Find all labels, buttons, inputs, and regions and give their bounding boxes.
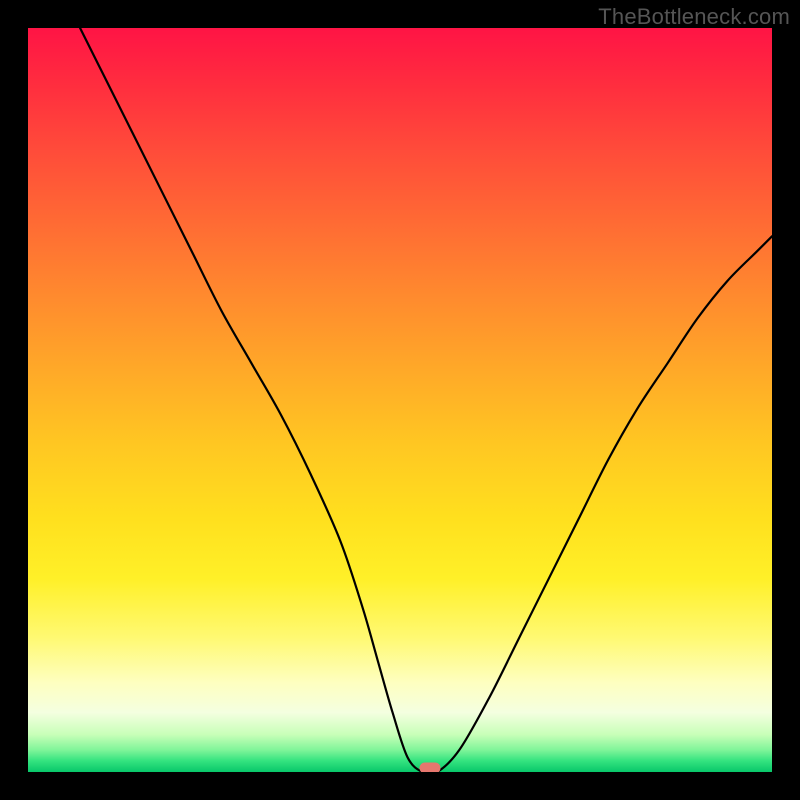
watermark-text: TheBottleneck.com [598,4,790,30]
bottleneck-curve [28,28,772,772]
plot-area [28,28,772,772]
chart-frame: TheBottleneck.com [0,0,800,800]
minimum-marker [419,762,440,772]
